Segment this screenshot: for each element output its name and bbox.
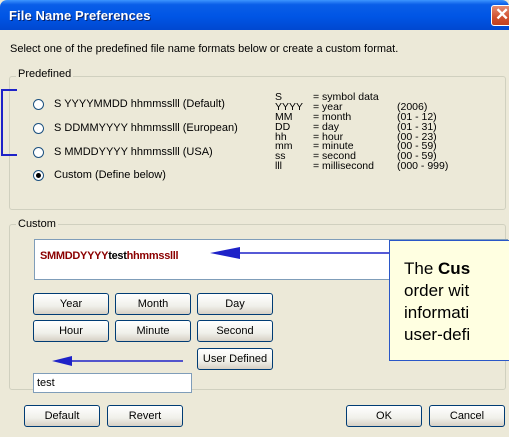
month-button[interactable]: Month [115,293,191,315]
legend-meaning: = millisecond [313,160,374,173]
radio-european-format[interactable]: S DDMMYYYY hhmmsslll (European) [33,121,238,135]
format-user-text: test [108,250,127,262]
radio-button-selected[interactable] [33,169,44,181]
user-defined-button[interactable]: User Defined [197,348,273,370]
radio-button[interactable] [33,98,44,110]
format-token: SMMDDYYYY [40,250,109,262]
hour-button[interactable]: Hour [33,320,109,342]
close-button[interactable]: ✕ [491,5,509,26]
callout-line-bold: Cus [438,259,471,278]
user-defined-text-value: test [37,377,55,389]
second-button[interactable]: Second [197,320,273,342]
custom-format-text: SMMDDYYYYtesthhmmsslll [40,250,179,262]
callout-line: The [404,259,439,278]
predefined-group-label: Predefined [16,68,74,80]
ok-button[interactable]: OK [346,405,422,427]
dialog-title: File Name Preferences [9,8,151,23]
callout-line: informati [404,303,470,322]
year-button[interactable]: Year [33,293,109,315]
custom-group-label: Custom [16,218,58,230]
callout-box: The Cus order wit informati user-defi [389,240,509,361]
legend-range: (000 - 999) [397,160,449,173]
radio-custom-format[interactable]: Custom (Define below) [33,168,166,182]
file-name-preferences-dialog: File Name Preferences ✕ Select one of th… [0,0,509,437]
day-button[interactable]: Day [197,293,273,315]
radio-usa-format[interactable]: S MMDDYYYY hhmmsslll (USA) [33,145,213,159]
legend-row: lll = millisecond (000 - 999) [275,160,465,173]
default-button[interactable]: Default [24,405,100,427]
callout-text: The Cus order wit informati user-defi [404,258,470,346]
radio-label: Custom (Define below) [54,169,166,181]
radio-default-format[interactable]: S YYYYMMDD hhmmsslll (Default) [33,97,225,111]
callout-line: user-defi [404,325,471,344]
callout-line: order wit [404,281,470,300]
close-icon: ✕ [495,5,509,24]
radio-label: S MMDDYYYY hhmmsslll (USA) [54,146,213,158]
title-bar[interactable]: File Name Preferences ✕ [0,0,509,30]
radio-button[interactable] [33,122,44,134]
user-defined-text-input[interactable]: test [33,373,192,393]
minute-button[interactable]: Minute [115,320,191,342]
intro-text: Select one of the predefined file name f… [10,43,399,55]
revert-button[interactable]: Revert [107,405,183,427]
format-token: hhmmsslll [126,250,179,262]
radio-button[interactable] [33,146,44,158]
radio-label: S DDMMYYYY hhmmsslll (European) [54,122,238,134]
radio-label: S YYYYMMDD hhmmsslll (Default) [54,98,225,110]
legend-row: S = symbol data [275,92,465,103]
format-legend: S = symbol data YYYY = year (2006) MM = mont… [275,92,465,173]
legend-code: lll [275,160,282,173]
cancel-button[interactable]: Cancel [429,405,505,427]
